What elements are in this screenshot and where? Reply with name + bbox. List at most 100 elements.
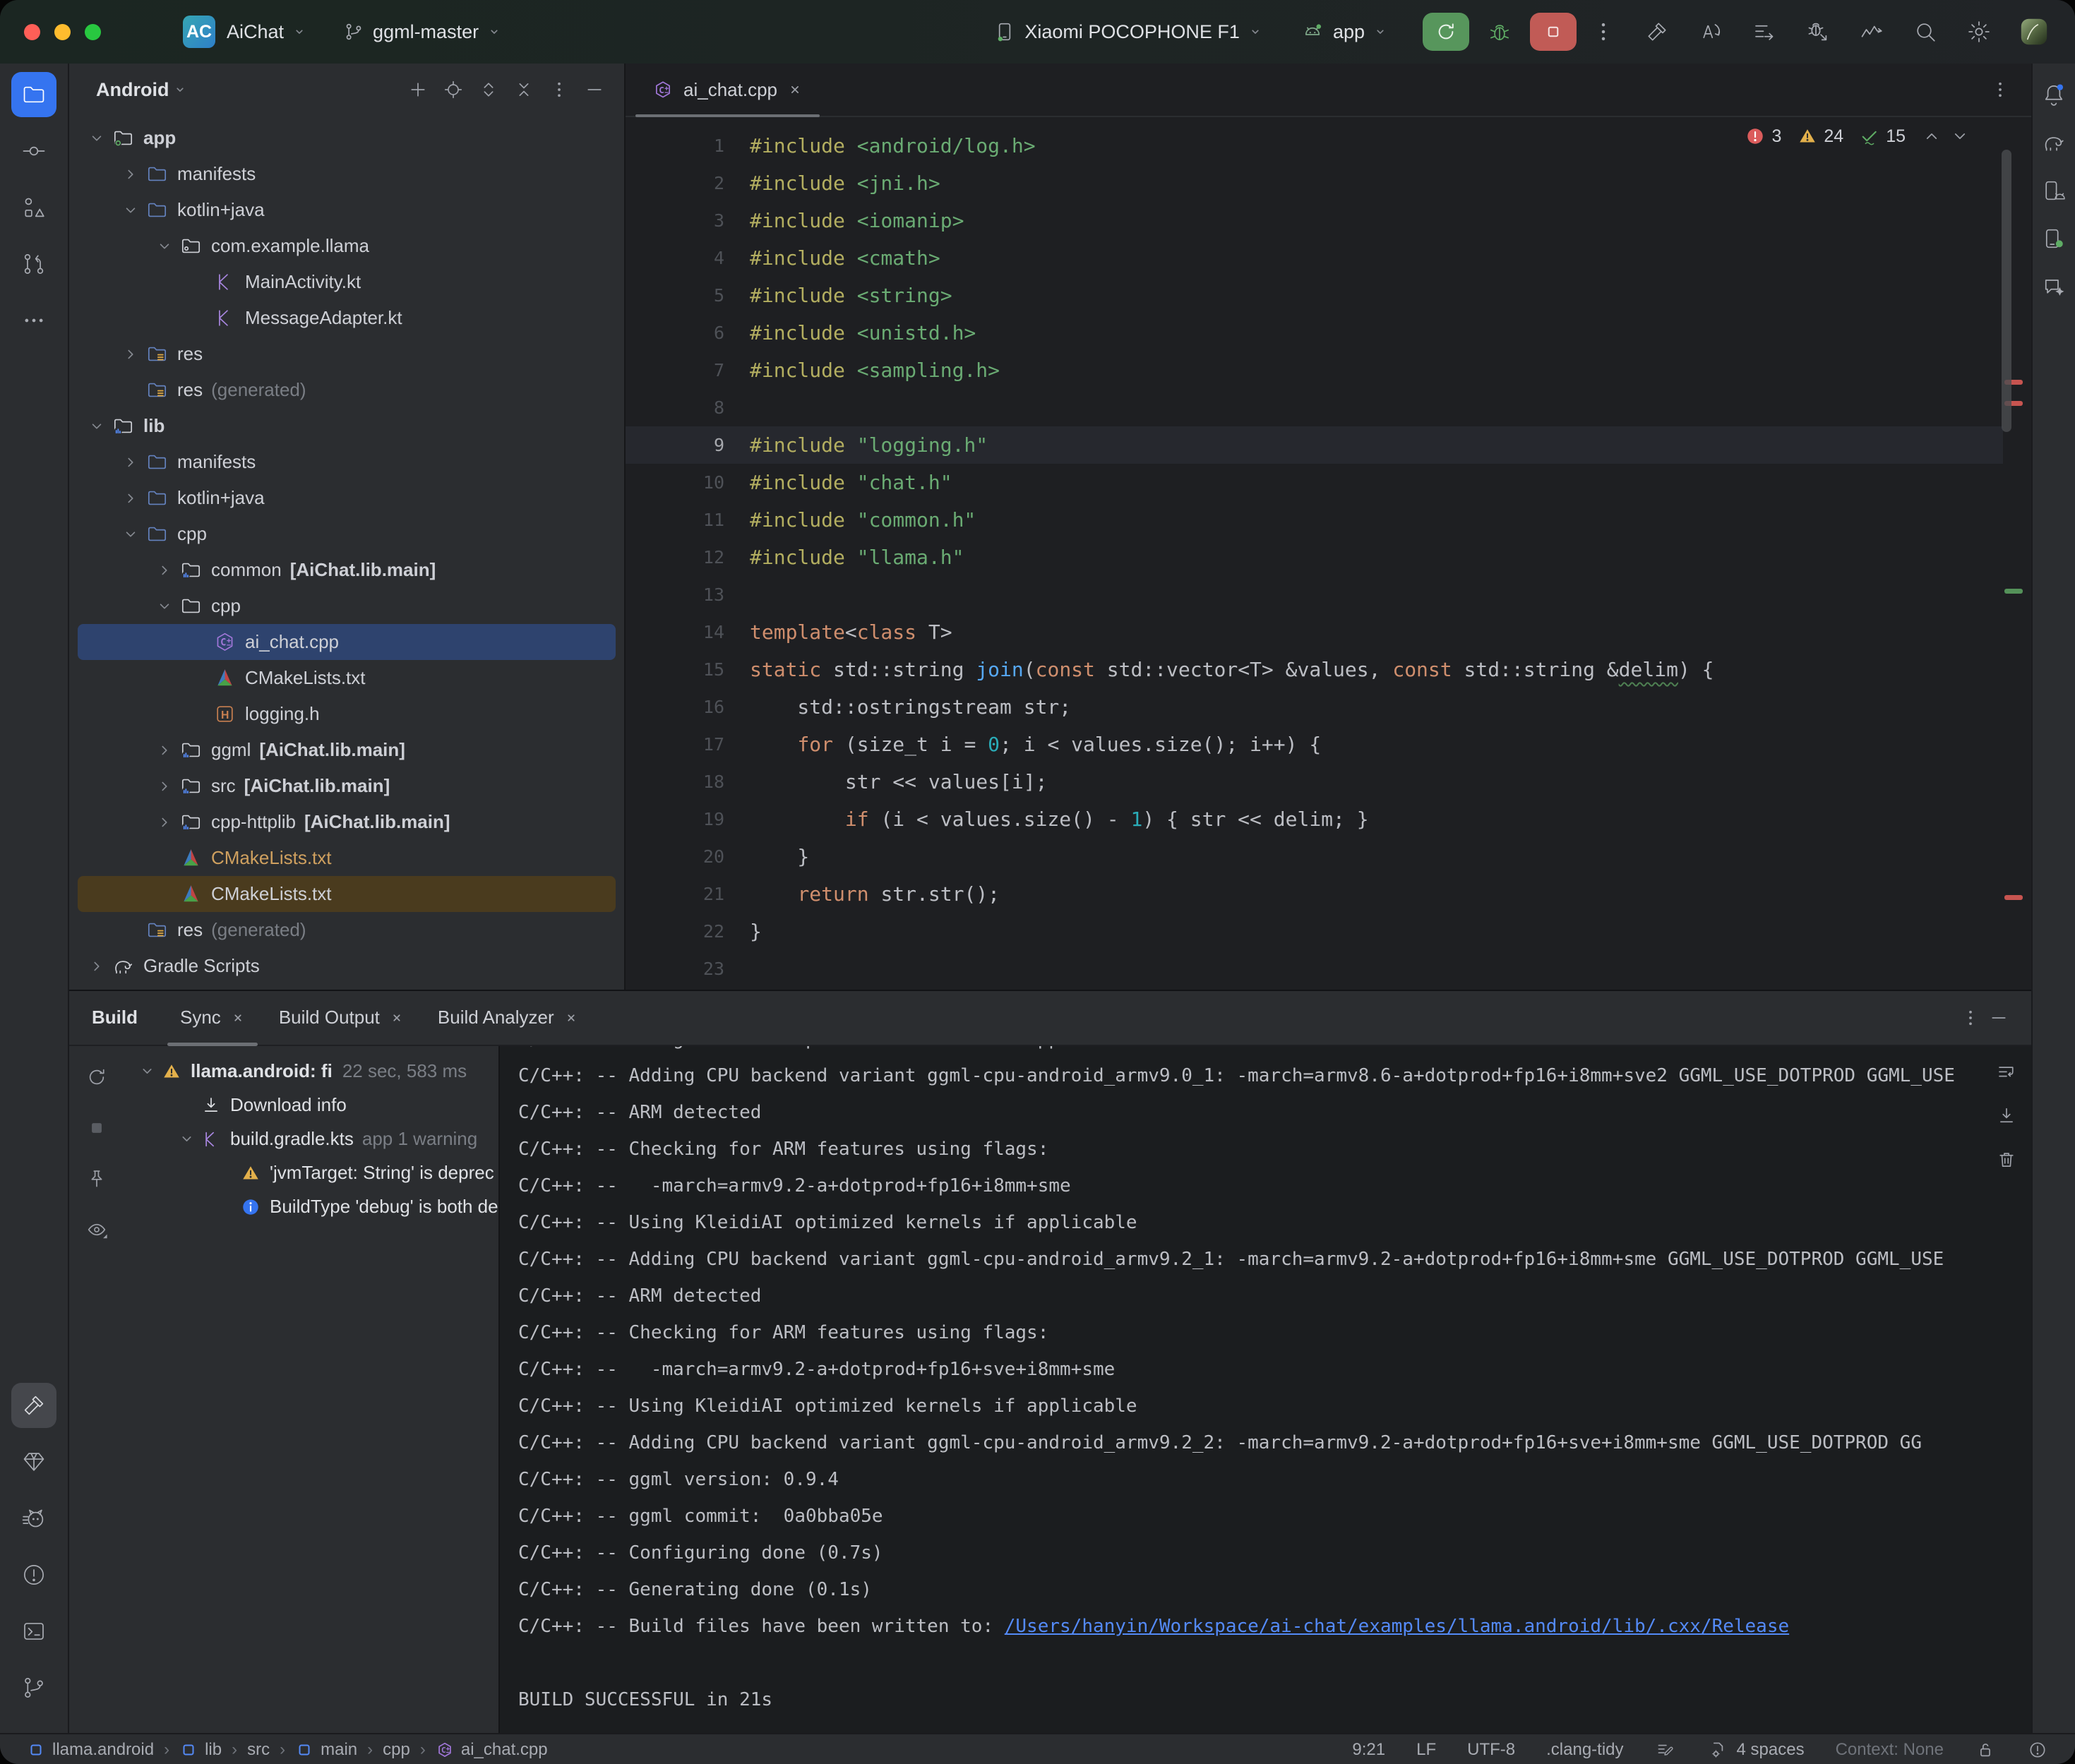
expand-all-icon[interactable]: [473, 74, 504, 105]
code-line-5[interactable]: 5#include <string>: [626, 277, 2003, 314]
pull-requests-icon[interactable]: [11, 241, 56, 287]
code-line-8[interactable]: 8: [626, 389, 2003, 426]
refresh-icon[interactable]: [83, 1063, 111, 1091]
error-stripe-mark[interactable]: [2004, 589, 2023, 594]
code-line-13[interactable]: 13: [626, 576, 2003, 613]
breadcrumb-ai-chat-cpp[interactable]: Cai_chat.cpp: [436, 1740, 548, 1760]
code-line-18[interactable]: 18 str << values[i];: [626, 763, 2003, 800]
tree-item-res-generated[interactable]: res(generated): [78, 912, 616, 948]
close-window-button[interactable]: [24, 24, 40, 40]
prev-problem-icon[interactable]: [1921, 126, 1942, 147]
more-run-actions-button[interactable]: [1586, 15, 1620, 49]
code-line-6[interactable]: 6#include <unistd.h>: [626, 314, 2003, 352]
tree-item-kotlin-java[interactable]: kotlin+java: [78, 192, 616, 228]
code-line-17[interactable]: 17 for (size_t i = 0; i < values.size();…: [626, 726, 2003, 763]
tree-item-cpp[interactable]: cpp: [78, 516, 616, 552]
build-console[interactable]: C/C++: -- Using KleidiAI optimized kerne…: [498, 1046, 2031, 1733]
rerun-button[interactable]: [1423, 13, 1469, 51]
tree-chevron-icon[interactable]: [151, 236, 178, 257]
close-tab-icon[interactable]: [787, 82, 803, 97]
tree-item-logging-h[interactable]: Hlogging.h: [78, 696, 616, 732]
build-hammer-icon[interactable]: [1640, 15, 1674, 49]
device-selector[interactable]: Xiaomi POCOPHONE F1: [993, 20, 1262, 43]
status-highlighting-level[interactable]: [1655, 1739, 1676, 1760]
tree-item-manifests[interactable]: manifests: [78, 156, 616, 192]
tree-item-res[interactable]: res: [78, 336, 616, 372]
code-line-14[interactable]: 14template<class T>: [626, 613, 2003, 651]
code-line-12[interactable]: 12#include "llama.h": [626, 539, 2003, 576]
breadcrumb-cpp[interactable]: cpp: [383, 1740, 410, 1760]
running-devices-icon[interactable]: [2035, 220, 2072, 257]
inspections-widget[interactable]: 3 24 15: [1735, 126, 1971, 147]
gradle-icon[interactable]: [2035, 124, 2072, 161]
code-line-16[interactable]: 16 std::ostringstream str;: [626, 688, 2003, 726]
more-horizontal-icon[interactable]: [11, 298, 56, 343]
sync-item-build-gradle-kts[interactable]: build.gradle.ktsapp 1 warning: [124, 1122, 498, 1156]
scroll-to-end-icon[interactable]: [1995, 1104, 2019, 1128]
code-editor[interactable]: 1#include <android/log.h>2#include <jni.…: [626, 117, 2031, 990]
tree-chevron-icon[interactable]: [117, 524, 144, 545]
tree-item-kotlin-java[interactable]: kotlin+java: [78, 480, 616, 516]
breadcrumb-llama-android[interactable]: llama.android: [27, 1740, 154, 1760]
add-icon[interactable]: [402, 74, 433, 105]
build-tab-sync[interactable]: Sync: [163, 991, 262, 1045]
status-error-info[interactable]: [2027, 1739, 2048, 1760]
sync-item-llama-android-fi[interactable]: llama.android: fi22 sec, 583 ms: [124, 1055, 498, 1088]
editor-scrollbar[interactable]: [2002, 150, 2011, 432]
collapse-all-icon[interactable]: [508, 74, 539, 105]
breadcrumb-src[interactable]: src: [247, 1740, 270, 1760]
run-config-selector[interactable]: app: [1300, 20, 1387, 44]
tree-item-messageadapter-kt[interactable]: MessageAdapter.kt: [78, 300, 616, 336]
status-4-spaces[interactable]: 4 spaces: [1707, 1739, 1805, 1760]
project-view-selector[interactable]: Android: [96, 79, 169, 101]
status-clang-tidy[interactable]: .clang-tidy: [1546, 1740, 1623, 1760]
tree-chevron-icon[interactable]: [151, 740, 178, 761]
preview-icon[interactable]: [83, 1216, 111, 1244]
tree-chevron-icon[interactable]: [117, 344, 144, 365]
build-options-button[interactable]: [1956, 1004, 1985, 1032]
tree-item-cpp-httplib[interactable]: cpp-httplib[AiChat.lib.main]: [78, 804, 616, 840]
tree-chevron-icon[interactable]: [83, 956, 110, 977]
tree-chevron-icon[interactable]: [117, 200, 144, 221]
code-line-4[interactable]: 4#include <cmath>: [626, 239, 2003, 277]
tree-item-gradle-scripts[interactable]: Gradle Scripts: [78, 948, 616, 984]
tree-item-cpp[interactable]: cpp: [78, 588, 616, 624]
stop-button[interactable]: [1530, 13, 1577, 51]
close-tab-icon[interactable]: [231, 1011, 245, 1025]
code-line-15[interactable]: 15static std::string join(const std::vec…: [626, 651, 2003, 688]
code-line-20[interactable]: 20 }: [626, 838, 2003, 875]
code-line-23[interactable]: 23: [626, 950, 2003, 988]
status-9-21[interactable]: 9:21: [1352, 1740, 1385, 1760]
tree-chevron-icon[interactable]: [83, 128, 110, 149]
tree-item-cmakelists-txt[interactable]: CMakeLists.txt: [78, 840, 616, 876]
tree-chevron-icon[interactable]: [117, 452, 144, 473]
build-hammer-icon[interactable]: [11, 1383, 56, 1428]
breadcrumb-lib[interactable]: lib: [179, 1740, 222, 1760]
more-vertical-icon[interactable]: [544, 74, 575, 105]
apply-changes-icon[interactable]: [1694, 15, 1728, 49]
minimize-window-button[interactable]: [54, 24, 71, 40]
project-selector[interactable]: AiChat: [227, 21, 306, 43]
code-line-10[interactable]: 10#include "chat.h": [626, 464, 2003, 501]
code-line-9[interactable]: 9#include "logging.h": [626, 426, 2003, 464]
tree-chevron-icon[interactable]: [151, 596, 178, 617]
tree-item-res-generated[interactable]: res(generated): [78, 372, 616, 408]
tree-chevron-icon[interactable]: [134, 1062, 160, 1081]
settings-icon[interactable]: [1962, 15, 1996, 49]
apply-code-icon[interactable]: [1747, 15, 1781, 49]
tree-item-ggml[interactable]: ggml[AiChat.lib.main]: [78, 732, 616, 768]
code-line-22[interactable]: 22}: [626, 913, 2003, 950]
build-tab-build-analyzer[interactable]: Build Analyzer: [421, 991, 595, 1045]
code-line-3[interactable]: 3#include <iomanip>: [626, 202, 2003, 239]
branch-selector[interactable]: ggml-master: [343, 21, 501, 43]
structure-icon[interactable]: [11, 185, 56, 230]
build-tab-build-output[interactable]: Build Output: [262, 991, 421, 1045]
tree-chevron-icon[interactable]: [117, 488, 144, 509]
tree-item-lib[interactable]: lib: [78, 408, 616, 444]
breadcrumb-main[interactable]: main: [295, 1740, 357, 1760]
tree-item-cmakelists-txt[interactable]: CMakeLists.txt: [78, 660, 616, 696]
code-line-19[interactable]: 19 if (i < values.size() - 1) { str << d…: [626, 800, 2003, 838]
hide-icon[interactable]: [579, 74, 610, 105]
close-tab-icon[interactable]: [564, 1011, 578, 1025]
tree-item-com-example-llama[interactable]: com.example.llama: [78, 228, 616, 264]
